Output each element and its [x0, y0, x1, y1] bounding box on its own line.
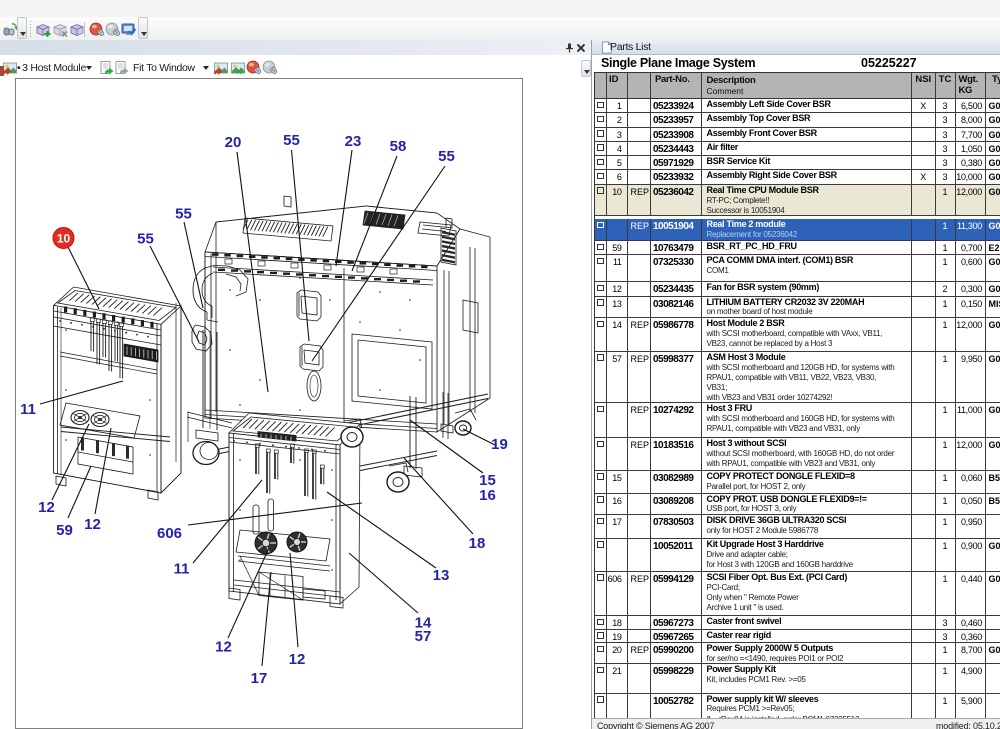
svg-text:13: 13 — [433, 567, 450, 584]
svg-text:57: 57 — [415, 628, 432, 645]
svg-text:55: 55 — [283, 132, 300, 149]
svg-text:23: 23 — [345, 133, 362, 150]
svg-text:55: 55 — [438, 148, 455, 165]
svg-text:17: 17 — [251, 670, 268, 687]
svg-text:606: 606 — [157, 525, 182, 542]
svg-text:19: 19 — [491, 436, 508, 453]
svg-text:20: 20 — [225, 134, 242, 151]
svg-text:58: 58 — [390, 138, 407, 155]
svg-text:12: 12 — [215, 639, 232, 656]
svg-text:12: 12 — [38, 499, 55, 516]
svg-text:16: 16 — [479, 487, 496, 504]
svg-text:18: 18 — [469, 535, 486, 552]
svg-text:12: 12 — [84, 516, 101, 533]
svg-text:55: 55 — [137, 231, 154, 248]
svg-text:59: 59 — [56, 522, 73, 539]
svg-text:55: 55 — [175, 206, 192, 223]
svg-text:10: 10 — [57, 232, 71, 246]
svg-text:12: 12 — [289, 651, 306, 668]
svg-text:11: 11 — [20, 401, 36, 418]
svg-text:11: 11 — [174, 561, 190, 578]
